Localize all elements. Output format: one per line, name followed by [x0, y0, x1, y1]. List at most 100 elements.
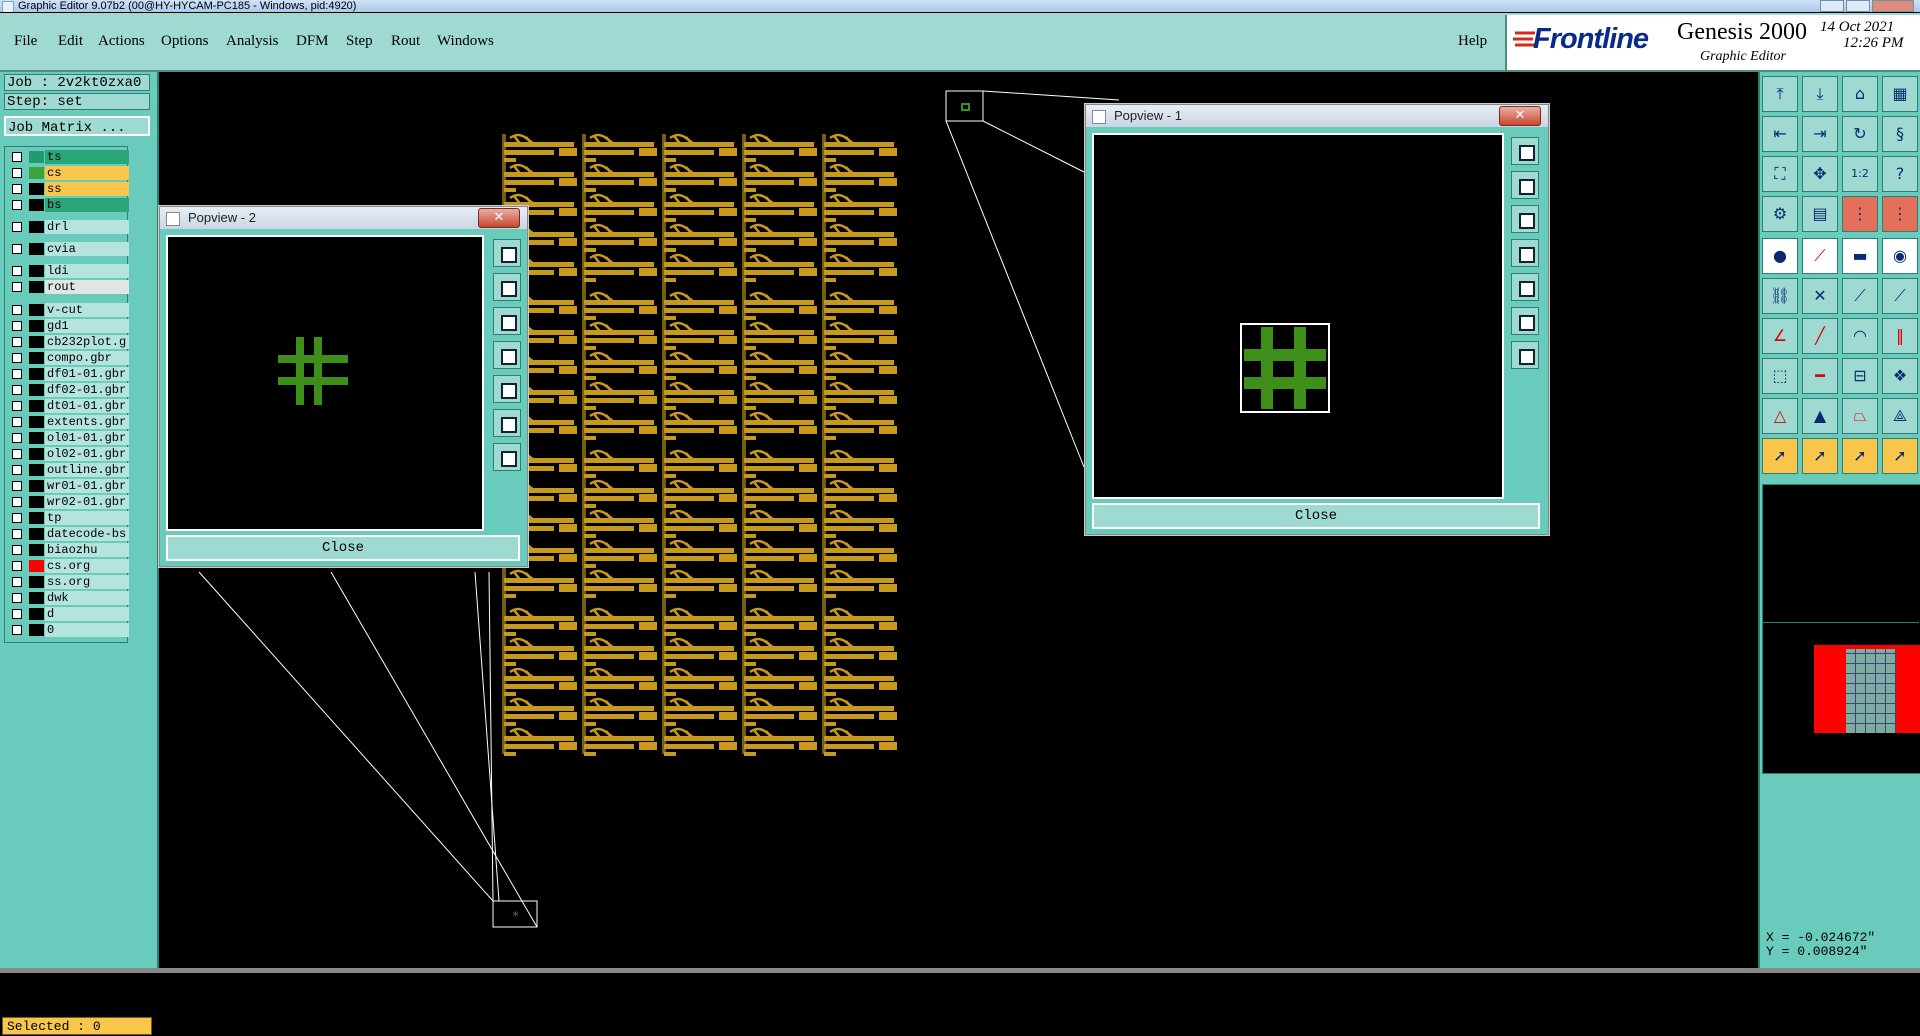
layer-checkbox[interactable] [12, 168, 22, 178]
menu-actions[interactable]: Actions [98, 33, 145, 50]
layer-name[interactable]: v-cut [45, 303, 129, 317]
layer-row[interactable]: ol01-01.gbr [7, 431, 129, 445]
layer-checkbox[interactable] [12, 321, 22, 331]
layer-color-swatch[interactable] [29, 336, 44, 348]
layer-color-swatch[interactable] [29, 464, 44, 476]
layer-name[interactable]: df02-01.gbr [45, 383, 129, 397]
layer-color-swatch[interactable] [29, 265, 44, 277]
layer-color-swatch[interactable] [29, 432, 44, 444]
layer-checkbox[interactable] [12, 609, 22, 619]
slash-icon[interactable]: ╱ [1802, 318, 1838, 354]
pan-left-icon[interactable]: ⇤ [1762, 116, 1798, 152]
layer-name[interactable]: ss.org [45, 575, 129, 589]
layer-color-swatch[interactable] [29, 304, 44, 316]
layer-row[interactable]: rout [7, 280, 129, 294]
connect-red-icon[interactable]: ⋮ [1882, 196, 1918, 232]
menu-rout[interactable]: Rout [391, 33, 420, 50]
pan-right-icon[interactable]: ⇥ [1802, 116, 1838, 152]
line-point-icon[interactable]: ⟋ [1882, 278, 1918, 314]
layer-row[interactable]: cs.org [7, 559, 129, 573]
layer-checkbox[interactable] [12, 353, 22, 363]
ratio-icon[interactable]: 1:2 [1842, 156, 1878, 192]
layer-row[interactable]: extents.gbr [7, 415, 129, 429]
layer-name[interactable]: outline.gbr [45, 463, 129, 477]
layer-name[interactable]: cb232plot.g [45, 335, 129, 349]
layer-checkbox[interactable] [12, 513, 22, 523]
layer-row[interactable]: biaozhu [7, 543, 129, 557]
popview-1-pan-right-button[interactable] [1511, 273, 1539, 301]
layer-name[interactable]: wr02-01.gbr [45, 495, 129, 509]
layer-row[interactable]: df01-01.gbr [7, 367, 129, 381]
layer-color-swatch[interactable] [29, 183, 44, 195]
zoom-home-icon[interactable]: ⤒ [1762, 76, 1798, 112]
layer-checkbox[interactable] [12, 244, 22, 254]
layer-row[interactable]: df02-01.gbr [7, 383, 129, 397]
layer-name[interactable]: drl [45, 220, 129, 234]
center-icon[interactable]: ✥ [1802, 156, 1838, 192]
layer-name[interactable]: biaozhu [45, 543, 129, 557]
fit-icon[interactable]: ⛶ [1762, 156, 1798, 192]
layer-row[interactable]: ldi [7, 264, 129, 278]
layer-name[interactable]: gd1 [45, 319, 129, 333]
cross-icon[interactable]: ✕ [1802, 278, 1838, 314]
pad-icon[interactable]: ● [1762, 238, 1798, 274]
layer-row[interactable]: cvia [7, 242, 129, 256]
layer-row[interactable]: ss [7, 182, 129, 196]
parallel-icon[interactable]: ‖ [1882, 318, 1918, 354]
layer-color-swatch[interactable] [29, 281, 44, 293]
triangle-alt-icon[interactable]: ▲ [1802, 398, 1838, 434]
layer-name[interactable]: 0 [45, 623, 129, 637]
layer-row[interactable]: wr02-01.gbr [7, 495, 129, 509]
layer-color-swatch[interactable] [29, 544, 44, 556]
ruler-icon[interactable]: ▬ [1842, 238, 1878, 274]
popview-1-close-x[interactable]: ✕ [1499, 106, 1541, 126]
layer-row[interactable]: tp [7, 511, 129, 525]
maximize-button[interactable] [1846, 0, 1870, 12]
layer-row[interactable]: ts [7, 150, 129, 164]
dash-icon[interactable]: ━ [1802, 358, 1838, 394]
zoom-down-icon[interactable]: ⤓ [1802, 76, 1838, 112]
layer-color-swatch[interactable] [29, 496, 44, 508]
popview-2-zoom-out-button[interactable] [493, 307, 521, 335]
settings-icon[interactable]: ⚙ [1762, 196, 1798, 232]
layer-checkbox[interactable] [12, 385, 22, 395]
layer-name[interactable]: cs [45, 166, 129, 180]
layer-row[interactable]: 0 [7, 623, 129, 637]
layer-checkbox[interactable] [12, 282, 22, 292]
popview-1-zoom-in-button[interactable] [1511, 171, 1539, 199]
layer-row[interactable]: bs [7, 198, 129, 212]
layer-color-swatch[interactable] [29, 480, 44, 492]
layer-color-swatch[interactable] [29, 576, 44, 588]
popview-2-center-button[interactable] [493, 443, 521, 471]
popview-1-zoom-out-button[interactable] [1511, 205, 1539, 233]
popview-2-home-button[interactable] [493, 409, 521, 437]
layer-color-swatch[interactable] [29, 448, 44, 460]
trapezoid-icon[interactable]: ⏢ [1842, 398, 1878, 434]
layer-checkbox[interactable] [12, 545, 22, 555]
line-end-icon[interactable]: ⟋ [1842, 278, 1878, 314]
layer-row[interactable]: v-cut [7, 303, 129, 317]
minimize-button[interactable] [1820, 0, 1844, 12]
move-icon[interactable]: ⬚ [1762, 358, 1798, 394]
layer-checkbox[interactable] [12, 222, 22, 232]
measure-red-icon[interactable]: ⋮ [1842, 196, 1878, 232]
layer-checkbox[interactable] [12, 337, 22, 347]
popview-1-fit-button[interactable] [1511, 137, 1539, 165]
snap-icon[interactable]: § [1882, 116, 1918, 152]
layer-checkbox[interactable] [12, 401, 22, 411]
layer-name[interactable]: df01-01.gbr [45, 367, 129, 381]
menu-dfm[interactable]: DFM [296, 33, 329, 50]
layer-checkbox[interactable] [12, 200, 22, 210]
layer-checkbox[interactable] [12, 465, 22, 475]
layer-checkbox[interactable] [12, 497, 22, 507]
grid-icon[interactable]: ▤ [1802, 196, 1838, 232]
popview-2-pan-left-button[interactable] [493, 341, 521, 369]
layer-checkbox[interactable] [12, 152, 22, 162]
layer-color-swatch[interactable] [29, 151, 44, 163]
layer-checkbox[interactable] [12, 625, 22, 635]
redraw-icon[interactable]: ↻ [1842, 116, 1878, 152]
layer-name[interactable]: rout [45, 280, 129, 294]
layer-checkbox[interactable] [12, 305, 22, 315]
overview-map[interactable] [1762, 484, 1920, 774]
layer-row[interactable]: ss.org [7, 575, 129, 589]
